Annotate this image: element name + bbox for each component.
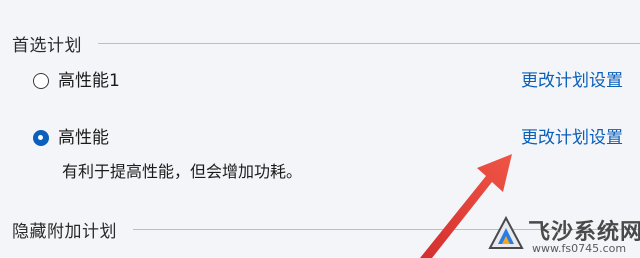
section-divider (98, 42, 640, 44)
radio-checked-icon[interactable] (33, 130, 49, 146)
preferred-plans-header: 首选计划 (12, 31, 640, 56)
plan-name[interactable]: 高性能1 (58, 69, 120, 93)
watermark-logo-icon (488, 215, 524, 249)
site-watermark: 飞沙系统网 www.fs0745.com (476, 206, 640, 258)
preferred-plans-title: 首选计划 (12, 35, 82, 56)
plan-option-high-performance[interactable]: 高性能 更改计划设置 (33, 126, 640, 150)
change-plan-settings-link[interactable]: 更改计划设置 (521, 126, 623, 150)
watermark-url: www.fs0745.com (532, 242, 627, 255)
plan-option-high-performance-1[interactable]: 高性能1 更改计划设置 (33, 69, 640, 93)
hidden-plans-title[interactable]: 隐藏附加计划 (12, 217, 117, 242)
radio-unchecked-icon[interactable] (33, 73, 49, 89)
plan-description: 有利于提高性能，但会增加功耗。 (62, 162, 303, 181)
change-plan-settings-link[interactable]: 更改计划设置 (521, 69, 623, 93)
plan-name[interactable]: 高性能 (58, 126, 109, 150)
